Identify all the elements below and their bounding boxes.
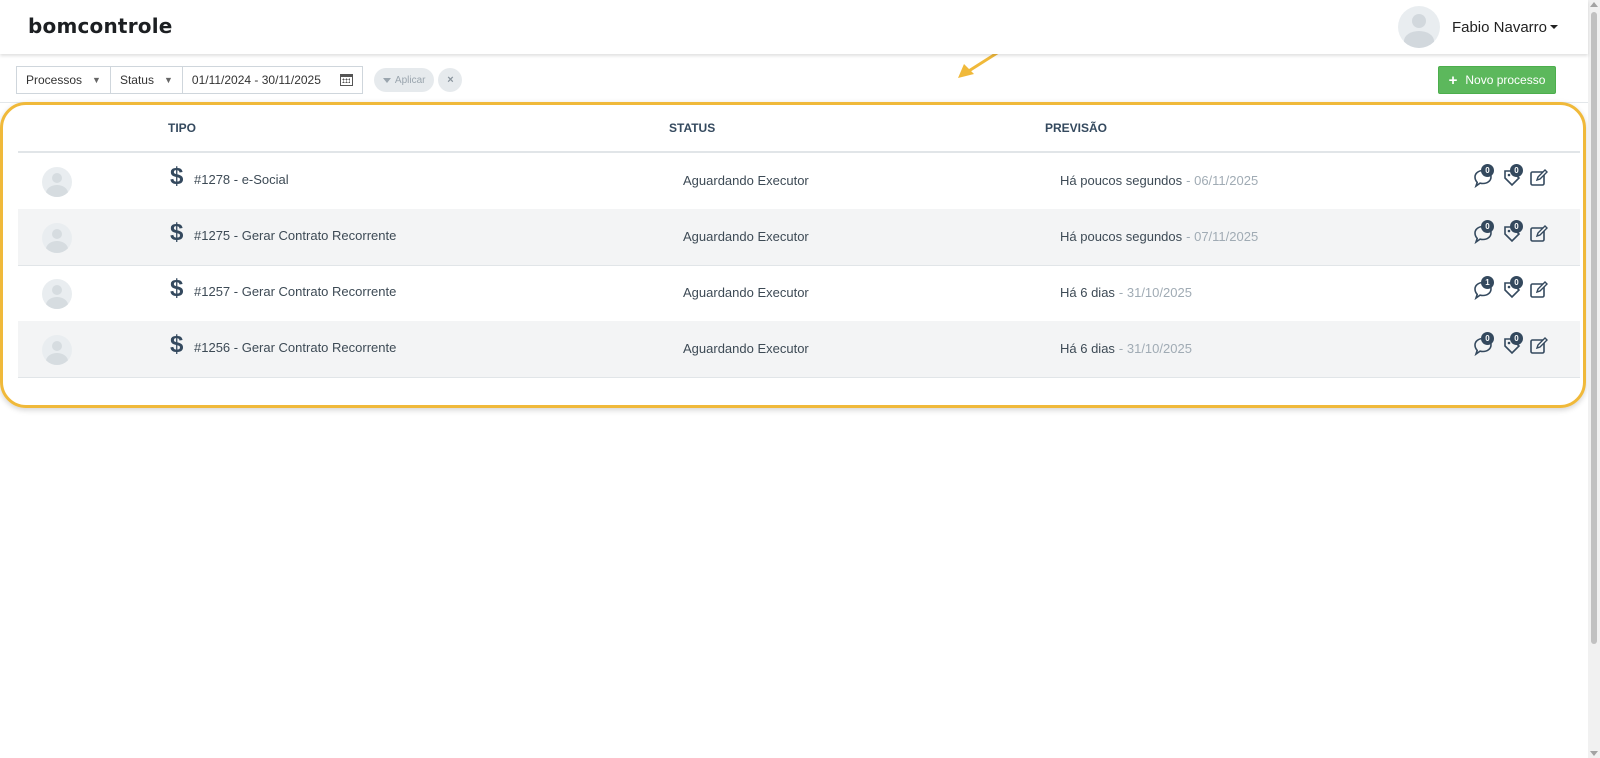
- dollar-icon: $: [170, 219, 184, 246]
- dollar-icon: $: [170, 163, 184, 190]
- process-forecast: Há 6 dias - 31/10/2025: [1060, 285, 1192, 300]
- assignee-avatar: [42, 335, 72, 365]
- user-name: Fabio Navarro: [1451, 18, 1547, 36]
- table-row[interactable]: $ #1256 - Gerar Contrato Recorrente Aguard…: [18, 321, 1580, 378]
- table-row[interactable]: $ #1275 - Gerar Contrato Recorrente Aguard…: [18, 209, 1580, 266]
- triangle-down-icon: ▼: [92, 75, 101, 85]
- dollar-icon: $: [170, 331, 184, 358]
- table-row[interactable]: $ #1257 - Gerar Contrato Recorrente Aguard…: [18, 265, 1580, 322]
- edit-icon[interactable]: [1528, 223, 1550, 245]
- tag-count-badge: 0: [1510, 332, 1523, 345]
- forecast-date: - 07/11/2025: [1186, 229, 1259, 244]
- vertical-scrollbar[interactable]: [1588, 0, 1600, 758]
- date-range-input[interactable]: 01/11/2024 - 30/11/2025: [181, 66, 363, 94]
- close-icon: ×: [447, 74, 454, 86]
- process-status: Aguardando Executor: [683, 173, 809, 188]
- comment-count-badge: 0: [1481, 164, 1494, 177]
- edit-icon[interactable]: [1528, 335, 1550, 357]
- process-type[interactable]: #1275 - Gerar Contrato Recorrente: [194, 228, 396, 243]
- tag-icon[interactable]: 0: [1501, 220, 1523, 245]
- scroll-up-icon[interactable]: [1590, 2, 1598, 7]
- comment-count-badge: 0: [1481, 332, 1494, 345]
- plus-icon: +: [1448, 71, 1458, 89]
- assignee-avatar: [42, 223, 72, 253]
- filter-bar: Processos ▼ Status ▼ 01/11/2024 - 30/11/…: [16, 66, 463, 94]
- tag-icon[interactable]: 0: [1501, 164, 1523, 189]
- row-actions: 00: [1472, 220, 1552, 247]
- forecast-relative: Há 6 dias: [1060, 341, 1115, 356]
- column-header-previsao[interactable]: PREVISÃO: [1045, 121, 1107, 135]
- forecast-date: - 31/10/2025: [1118, 341, 1192, 356]
- row-actions: 00: [1472, 332, 1552, 359]
- forecast-relative: Há poucos segundos: [1060, 229, 1183, 244]
- status-select[interactable]: Status ▼: [109, 66, 183, 94]
- new-process-label: Novo processo: [1465, 73, 1546, 87]
- filter-icon: [382, 77, 391, 83]
- comment-count-badge: 1: [1481, 276, 1494, 289]
- process-status: Aguardando Executor: [683, 341, 809, 356]
- table-header: TIPO STATUS PREVISÃO: [18, 105, 1580, 153]
- forecast-date: - 06/11/2025: [1186, 173, 1259, 188]
- process-forecast: Há poucos segundos - 06/11/2025: [1060, 173, 1258, 188]
- clear-filter-button[interactable]: ×: [438, 68, 463, 92]
- process-status: Aguardando Executor: [683, 285, 809, 300]
- scrollbar-thumb[interactable]: [1591, 12, 1597, 644]
- tag-count-badge: 0: [1510, 164, 1523, 177]
- edit-icon[interactable]: [1528, 167, 1550, 189]
- comment-icon[interactable]: 0: [1472, 220, 1494, 245]
- comment-icon[interactable]: 0: [1472, 164, 1494, 189]
- assignee-avatar: [42, 279, 72, 309]
- processos-select-label: Processos: [26, 73, 83, 87]
- apply-filter-button[interactable]: Aplicar: [373, 68, 435, 92]
- date-range-value: 01/11/2024 - 30/11/2025: [191, 73, 321, 87]
- status-select-label: Status: [119, 73, 154, 87]
- table-row[interactable]: $ #1278 - e-Social Aguardando Executor Há p…: [18, 153, 1580, 210]
- processos-select[interactable]: Processos ▼: [16, 66, 111, 94]
- column-header-status[interactable]: STATUS: [669, 121, 715, 135]
- assignee-avatar: [42, 167, 72, 197]
- comment-icon[interactable]: 1: [1472, 276, 1494, 301]
- row-actions: 10: [1472, 276, 1552, 303]
- user-menu[interactable]: Fabio Navarro: [1397, 6, 1558, 48]
- top-header: bomcontrole Fabio Navarro: [0, 0, 1588, 54]
- row-actions: 00: [1472, 164, 1552, 191]
- new-process-button[interactable]: + Novo processo: [1438, 66, 1556, 94]
- tag-icon[interactable]: 0: [1501, 276, 1523, 301]
- column-header-tipo[interactable]: TIPO: [168, 121, 196, 135]
- process-type[interactable]: #1278 - e-Social: [194, 172, 289, 187]
- process-type[interactable]: #1257 - Gerar Contrato Recorrente: [194, 284, 396, 299]
- comment-icon[interactable]: 0: [1472, 332, 1494, 357]
- apply-filter-label: Aplicar: [394, 74, 426, 86]
- logo[interactable]: bomcontrole: [28, 14, 173, 38]
- tag-icon[interactable]: 0: [1501, 332, 1523, 357]
- forecast-relative: Há poucos segundos: [1060, 173, 1183, 188]
- user-avatar: [1397, 6, 1440, 48]
- process-status: Aguardando Executor: [683, 229, 809, 244]
- scroll-down-icon[interactable]: [1590, 751, 1598, 756]
- tag-count-badge: 0: [1510, 276, 1523, 289]
- caret-down-icon: [1550, 25, 1558, 29]
- edit-icon[interactable]: [1528, 279, 1550, 301]
- triangle-down-icon: ▼: [163, 75, 173, 85]
- calendar-icon: [339, 74, 353, 86]
- dollar-icon: $: [170, 275, 184, 302]
- comment-count-badge: 0: [1481, 220, 1494, 233]
- process-table: TIPO STATUS PREVISÃO $ #1278 - e-Social Ag…: [0, 102, 1586, 408]
- process-forecast: Há poucos segundos - 07/11/2025: [1060, 229, 1258, 244]
- forecast-relative: Há 6 dias: [1060, 285, 1115, 300]
- tag-count-badge: 0: [1510, 220, 1523, 233]
- process-type[interactable]: #1256 - Gerar Contrato Recorrente: [194, 340, 396, 355]
- process-forecast: Há 6 dias - 31/10/2025: [1060, 341, 1192, 356]
- forecast-date: - 31/10/2025: [1118, 285, 1192, 300]
